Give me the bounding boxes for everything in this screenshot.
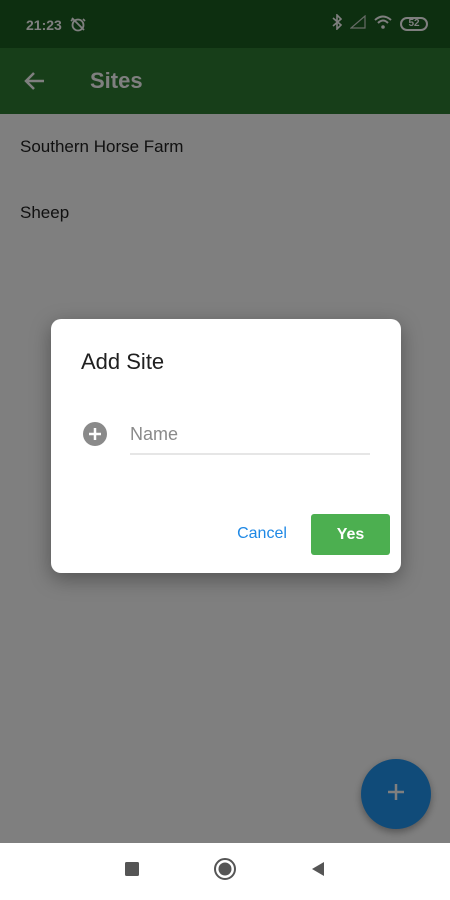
home-icon — [213, 857, 237, 886]
home-button[interactable] — [195, 843, 255, 900]
add-circle-icon — [82, 421, 108, 447]
cancel-button[interactable]: Cancel — [223, 514, 301, 554]
recent-apps-button[interactable] — [102, 843, 162, 900]
yes-button[interactable]: Yes — [311, 514, 390, 555]
back-icon — [310, 861, 326, 882]
navigation-bar — [0, 843, 450, 900]
recent-apps-icon — [124, 861, 140, 882]
back-button[interactable] — [288, 843, 348, 900]
dialog-title: Add Site — [81, 349, 165, 374]
add-site-dialog: Add Site Cancel Yes — [51, 319, 401, 573]
name-input[interactable] — [130, 415, 370, 455]
